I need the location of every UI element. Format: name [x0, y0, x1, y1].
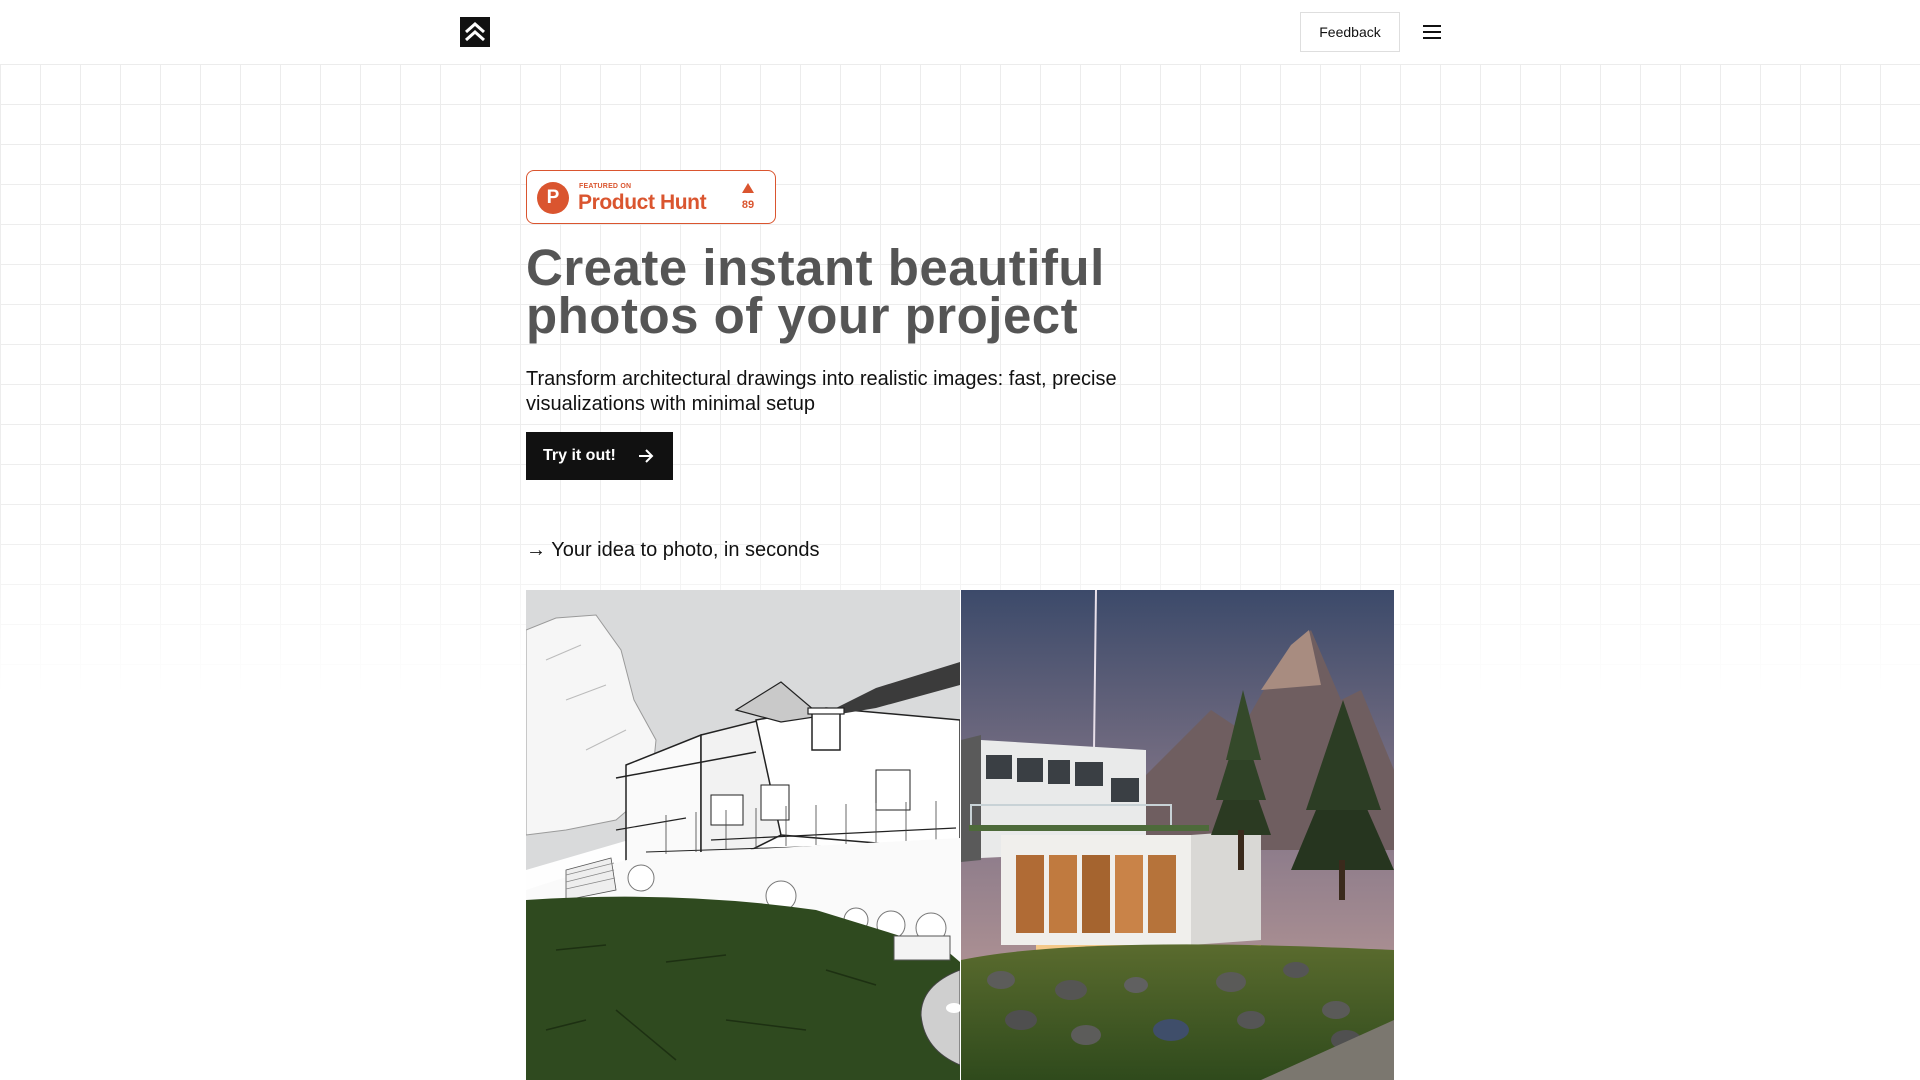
sketch-image: [526, 590, 960, 1080]
hero-subtitle-line-1: Transform architectural drawings into re…: [526, 368, 1117, 390]
triangle-up-icon: [742, 183, 754, 193]
hero-subtitle-line-2: visualizations with minimal setup: [526, 393, 816, 415]
try-it-out-button[interactable]: Try it out!: [526, 432, 673, 480]
rendered-photo: [961, 590, 1394, 1080]
product-hunt-badge[interactable]: P FEATURED ON Product Hunt 89: [526, 170, 776, 224]
showcase-tagline: → Your idea to photo, in seconds: [526, 539, 820, 561]
before-after-comparison[interactable]: [526, 590, 1394, 1080]
hamburger-menu-icon: [1423, 25, 1441, 39]
try-it-out-label: Try it out!: [543, 447, 616, 464]
badge-name: Product Hunt: [578, 191, 707, 214]
product-hunt-logo: P: [537, 182, 569, 214]
badge-featured-label: FEATURED ON: [579, 183, 632, 190]
feedback-button[interactable]: Feedback: [1300, 12, 1400, 52]
double-chevron-up-icon: [465, 21, 485, 42]
hero-title: Create instant beautiful photos of your …: [526, 242, 1226, 341]
site-logo[interactable]: [460, 17, 490, 47]
hero-subtitle: Transform architectural drawings into re…: [526, 367, 1186, 417]
top-navbar: Feedback: [0, 0, 1920, 65]
hero-title-line-2: photos of your project: [526, 287, 1079, 344]
badge-upvote-count: 89: [741, 199, 755, 211]
hamburger-menu-button[interactable]: [1420, 20, 1444, 44]
arrow-right-icon: [639, 449, 654, 463]
main-content: P FEATURED ON Product Hunt 89 Create ins…: [0, 0, 1920, 1080]
